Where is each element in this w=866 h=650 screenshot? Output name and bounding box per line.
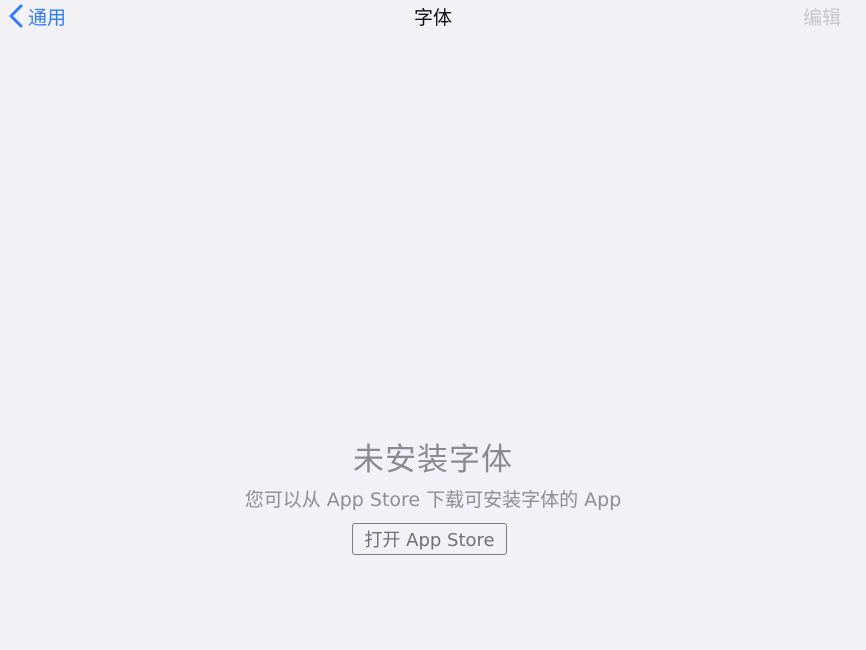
empty-state-message: 您可以从 App Store 下载可安装字体的 App xyxy=(244,489,622,511)
edit-button[interactable]: 编辑 xyxy=(803,3,841,30)
empty-state-title: 未安装字体 xyxy=(353,442,513,478)
open-app-store-button[interactable]: 打开 App Store xyxy=(352,523,507,555)
navigation-bar: 通用 字体 编辑 xyxy=(0,0,866,32)
open-app-store-label: 打开 App Store xyxy=(364,530,495,551)
page-title: 字体 xyxy=(413,7,452,29)
